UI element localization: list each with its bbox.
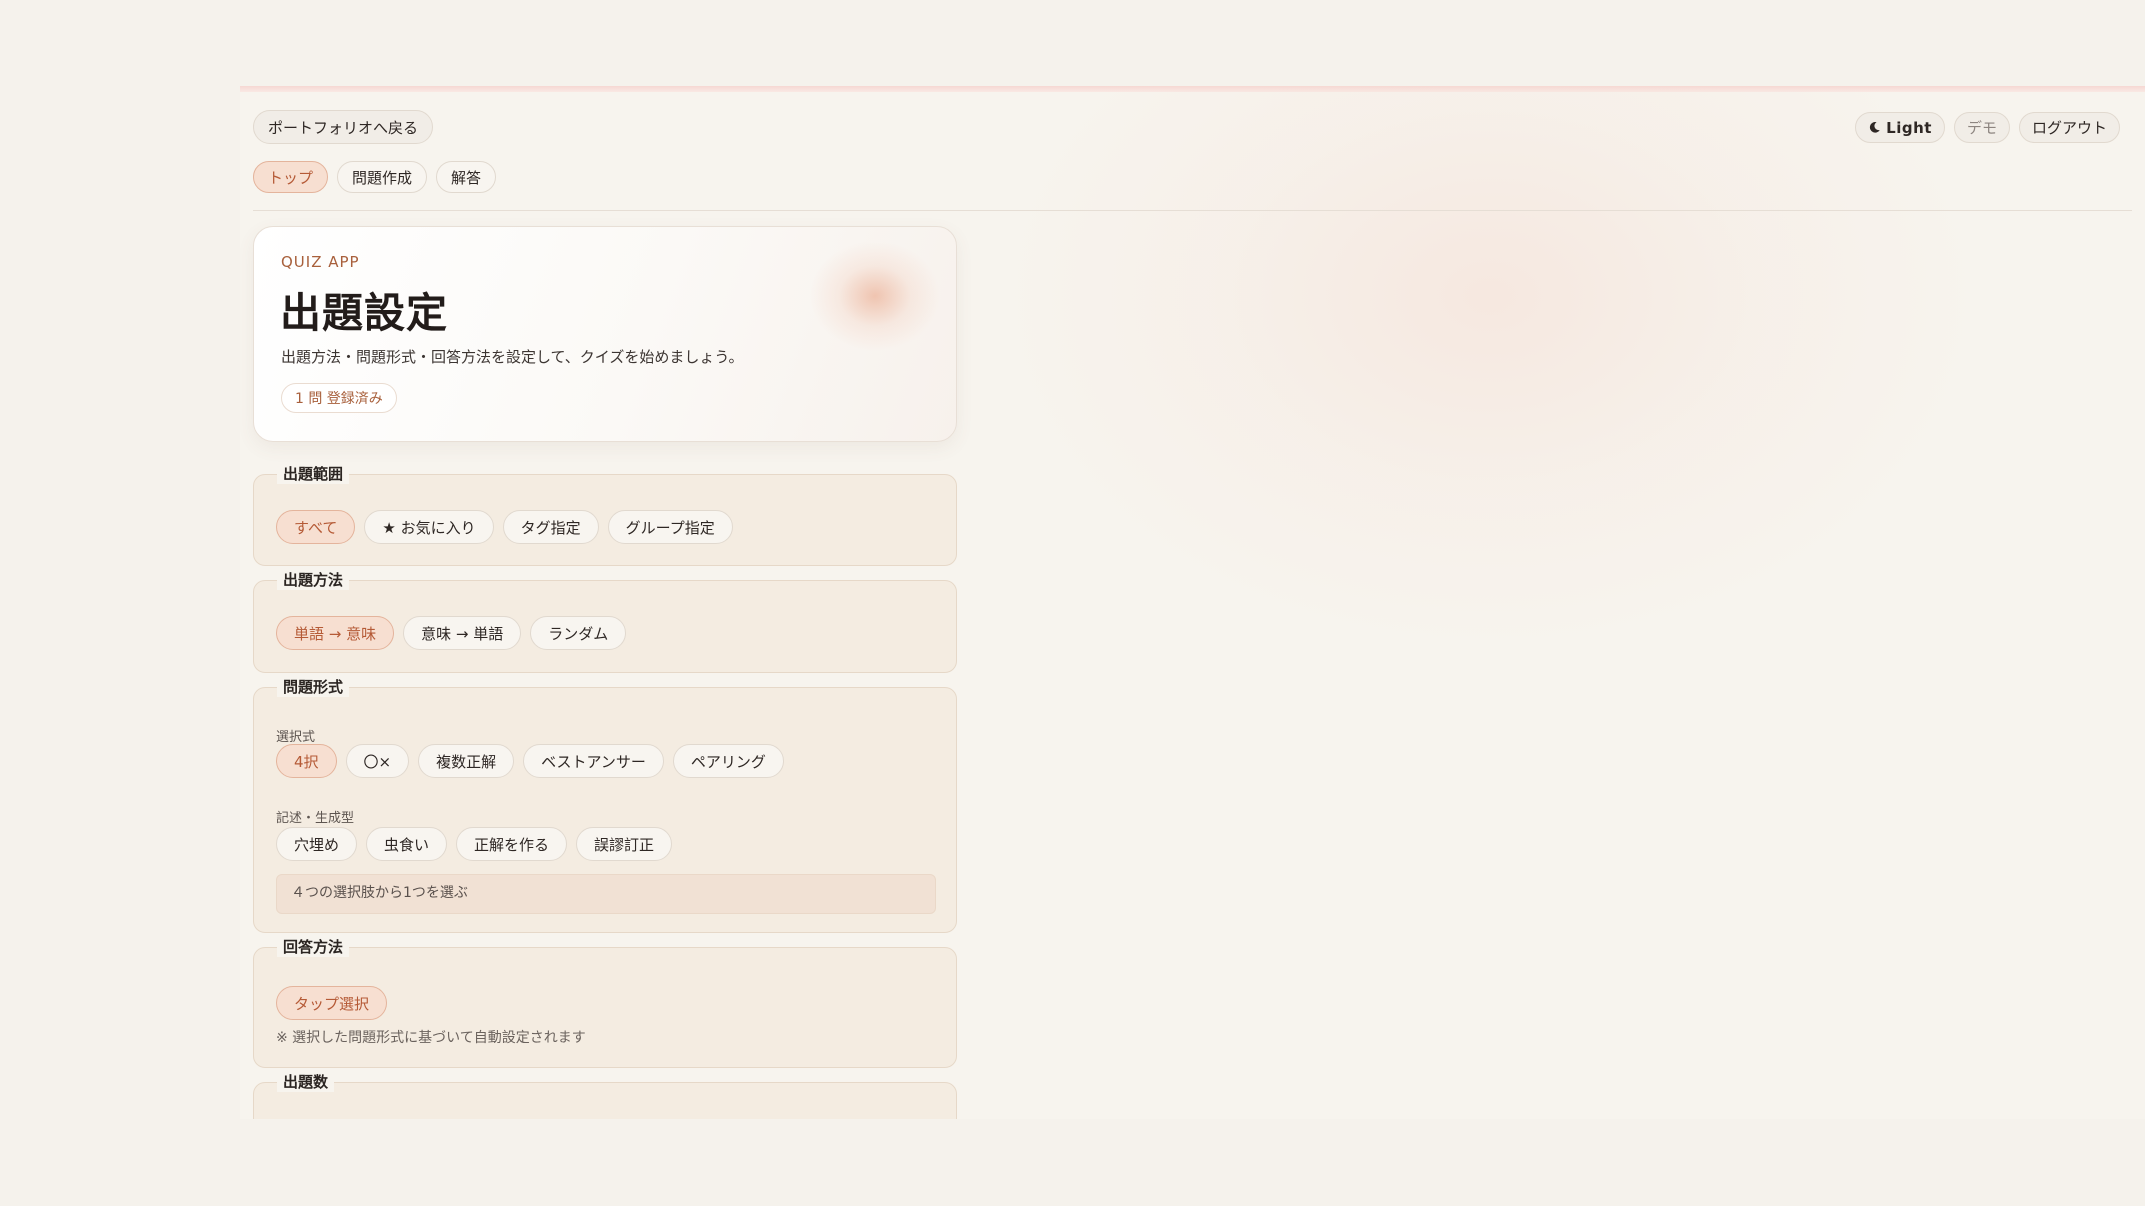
format-option-make-answer[interactable]: 正解を作る (456, 827, 568, 861)
scope-section: 出題範囲 すべて ★ お気に入り タグ指定 グループ指定 (253, 463, 957, 566)
scope-option-group[interactable]: グループ指定 (607, 510, 733, 544)
written-format-options: 穴埋め 虫食い 正解を作る 誤謬訂正 (276, 827, 673, 861)
answer-option-tap-select[interactable]: タップ選択 (276, 986, 388, 1020)
format-option-true-false[interactable]: 〇× (345, 744, 410, 778)
moon-icon (1870, 122, 1880, 133)
answer-section: 回答方法 タップ選択 ※ 選択した問題形式に基づいて自動設定されます (253, 936, 957, 1068)
hero-glow (810, 241, 940, 351)
format-option-4-choice[interactable]: 4択 (276, 744, 337, 778)
tab-answer[interactable]: 解答 (436, 161, 497, 193)
method-option-random[interactable]: ランダム (530, 616, 627, 650)
scope-option-favorites[interactable]: ★ お気に入り (364, 510, 494, 544)
written-format-label: 記述・生成型 (276, 811, 355, 826)
scope-option-tag[interactable]: タグ指定 (502, 510, 599, 544)
method-option-word-to-meaning[interactable]: 単語 → 意味 (276, 616, 395, 650)
choice-format-options: 4択 〇× 複数正解 ベストアンサー ペアリング (276, 744, 784, 778)
hero-card: QUIZ APP 出題設定 出題方法・問題形式・回答方法を設定して、クイズを始め… (253, 226, 957, 442)
format-option-fill-blank[interactable]: 穴埋め (276, 827, 358, 861)
hero-eyebrow: QUIZ APP (281, 253, 360, 271)
answer-legend: 回答方法 (277, 936, 350, 957)
method-option-meaning-to-word[interactable]: 意味 → 単語 (403, 616, 522, 650)
tab-top[interactable]: トップ (253, 161, 329, 193)
method-section: 出題方法 単語 → 意味 意味 → 単語 ランダム (253, 569, 957, 673)
answer-options: タップ選択 (276, 986, 388, 1020)
format-section: 問題形式 選択式 4択 〇× 複数正解 ベストアンサー ペアリング 記述・生成型… (253, 676, 957, 933)
header-actions: Light デモ ログアウト (1855, 112, 2120, 143)
method-legend: 出題方法 (277, 569, 350, 590)
hero-description: 出題方法・問題形式・回答方法を設定して、クイズを始めましょう。 (281, 348, 744, 366)
logout-button[interactable]: ログアウト (2018, 112, 2120, 143)
top-accent-line (240, 86, 2145, 92)
format-description: ４つの選択肢から1つを選ぶ (276, 874, 936, 914)
count-section: 出題数 (253, 1071, 957, 1119)
format-option-multiple-correct[interactable]: 複数正解 (418, 744, 515, 778)
answer-note: ※ 選択した問題形式に基づいて自動設定されます (276, 1030, 586, 1046)
scope-options: すべて ★ お気に入り タグ指定 グループ指定 (276, 510, 733, 544)
format-option-error-correction[interactable]: 誤謬訂正 (576, 827, 673, 861)
theme-toggle-button[interactable]: Light (1855, 112, 1945, 143)
choice-format-label: 選択式 (276, 730, 316, 745)
method-options: 単語 → 意味 意味 → 単語 ランダム (276, 616, 627, 650)
registered-count-badge: 1 問 登録済み (281, 383, 397, 413)
format-legend: 問題形式 (277, 676, 350, 697)
nav-tabs: トップ 問題作成 解答 (253, 161, 497, 193)
count-legend: 出題数 (277, 1071, 335, 1092)
header-divider (253, 210, 2132, 211)
scope-legend: 出題範囲 (277, 463, 350, 484)
demo-button[interactable]: デモ (1953, 112, 2010, 143)
viewport: ポートフォリオへ戻る Light デモ ログアウト トップ 問題作成 解答 QU… (0, 0, 2145, 1206)
scope-option-all[interactable]: すべて (276, 510, 356, 544)
theme-toggle-label: Light (1886, 118, 1932, 137)
format-option-cloze[interactable]: 虫食い (366, 827, 448, 861)
tab-create-question[interactable]: 問題作成 (337, 161, 428, 193)
background-glow (990, 86, 1990, 656)
format-option-best-answer[interactable]: ベストアンサー (523, 744, 664, 778)
back-to-portfolio-button[interactable]: ポートフォリオへ戻る (253, 110, 434, 144)
format-option-pairing[interactable]: ペアリング (672, 744, 784, 778)
app-window: ポートフォリオへ戻る Light デモ ログアウト トップ 問題作成 解答 QU… (240, 86, 2145, 1119)
page-title: 出題設定 (280, 289, 448, 337)
